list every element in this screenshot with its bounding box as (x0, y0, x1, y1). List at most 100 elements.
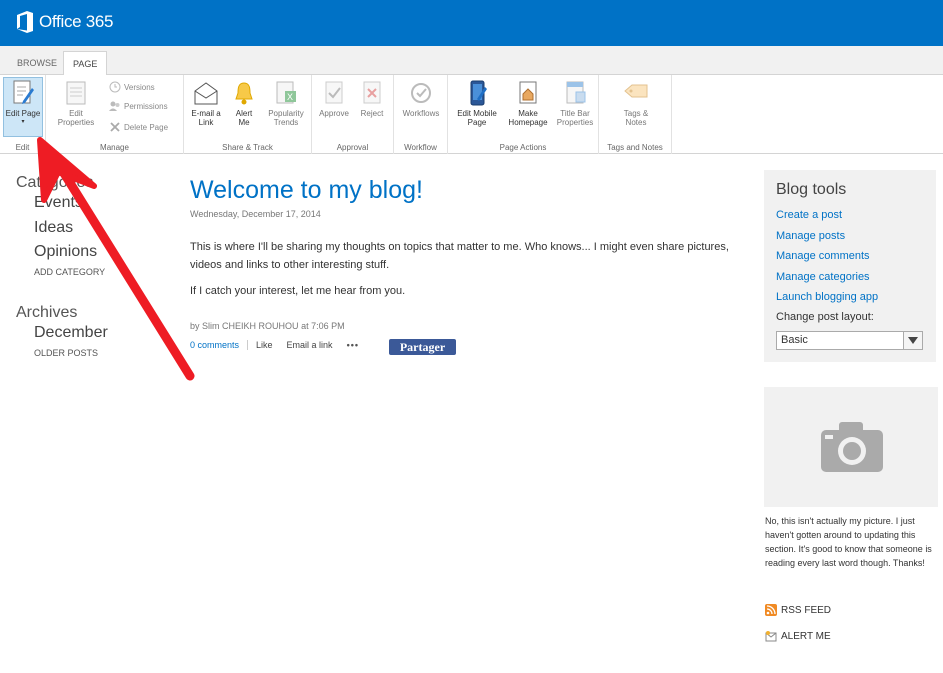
post-actions: 0 comments Like Email a link ••• (190, 340, 359, 350)
comments-link[interactable]: 0 comments (190, 340, 249, 350)
office365-logo[interactable]: Office 365 (16, 11, 113, 33)
ribbon: Edit Page ▾ Edit Edit Properties Version… (0, 75, 943, 154)
categories-heading: Categories (16, 174, 94, 191)
older-posts-link[interactable]: OLDER POSTS (34, 348, 98, 358)
edit-page-icon (13, 80, 34, 104)
tags-label-1: Tags & (623, 109, 649, 118)
permissions-button[interactable]: Permissions (109, 100, 168, 112)
group-label-share: Share & Track (222, 143, 273, 152)
versions-button[interactable]: Versions (109, 81, 155, 93)
rss-feed-label: RSS FEED (781, 604, 832, 616)
tags-notes-button[interactable]: Tags & Notes (613, 79, 659, 127)
chevron-down-icon: ▾ (21, 119, 25, 125)
title-bar-properties-button[interactable]: Title Bar Properties (552, 79, 598, 127)
office-icon (17, 11, 33, 33)
group-label-tags: Tags and Notes (607, 143, 663, 152)
post-paragraph-2: If I catch your interest, let me hear fr… (190, 285, 406, 297)
more-options-icon[interactable]: ••• (347, 340, 359, 350)
tab-page[interactable]: PAGE (63, 51, 108, 76)
alert-me-label: ALERT ME (781, 630, 831, 642)
ribbon-group-page-actions: Edit Mobile Page Make Homepage Title Bar… (448, 75, 599, 154)
rss-feed-link[interactable]: RSS FEED (765, 604, 831, 616)
alert-me-button[interactable]: Alert Me (228, 79, 260, 127)
approve-icon (325, 81, 343, 104)
tag-icon (624, 84, 648, 98)
titlebar-label-1: Title Bar (560, 109, 590, 118)
group-label-approval: Approval (336, 143, 369, 152)
manage-categories-link[interactable]: Manage categories (776, 271, 870, 283)
group-label-manage: Manage (100, 143, 129, 152)
archive-december[interactable]: December (34, 324, 108, 342)
edit-mobile-page-button[interactable]: Edit Mobile Page (452, 79, 502, 127)
alert-label-1: Alert (235, 109, 253, 118)
edit-page-control[interactable]: Edit Page ▾ (3, 79, 43, 127)
post-date: Wednesday, December 17, 2014 (190, 209, 321, 219)
post-body: This is where I'll be sharing my thought… (190, 238, 730, 308)
tab-browse[interactable]: BROWSE (8, 51, 66, 75)
mobile-label-2: Page (467, 118, 487, 127)
edit-properties-label-1: Edit (69, 109, 83, 118)
suite-bar: Office 365 (0, 0, 943, 46)
workflows-button[interactable]: Workflows (397, 79, 445, 118)
reject-button[interactable]: Reject (354, 79, 390, 118)
alert-label-2: Me (238, 118, 250, 127)
post-layout-label: Change post layout: (776, 311, 874, 323)
ribbon-group-approval: Approve Reject Approval (312, 75, 394, 154)
svg-text:X: X (287, 92, 293, 102)
approve-button[interactable]: Approve (315, 79, 353, 118)
delete-page-button[interactable]: Delete Page (109, 121, 168, 133)
ribbon-group-tags: Tags & Notes Tags and Notes (599, 75, 672, 154)
group-label-page-actions: Page Actions (499, 143, 547, 152)
popularity-trends-button[interactable]: X Popularity Trends (264, 79, 308, 127)
category-events[interactable]: Events (34, 194, 83, 212)
email-link-button[interactable]: E-mail a Link (188, 79, 224, 127)
bell-icon (235, 82, 253, 105)
versions-icon (109, 81, 121, 93)
email-link[interactable]: Email a link (287, 340, 333, 350)
group-label-edit: Edit (15, 143, 30, 152)
properties-icon (66, 81, 86, 105)
byline-prefix: by (190, 321, 200, 331)
manage-posts-link[interactable]: Manage posts (776, 230, 845, 242)
tags-label-2: Notes (625, 118, 647, 127)
post-paragraph-1: This is where I'll be sharing my thought… (190, 241, 729, 271)
reject-icon (363, 81, 381, 104)
delete-icon (110, 122, 120, 132)
alert-me-link[interactable]: ALERT ME (765, 630, 831, 642)
mobile-label-1: Edit Mobile (457, 109, 497, 118)
post-title[interactable]: Welcome to my blog! (190, 176, 423, 205)
blog-tools-title: Blog tools (776, 181, 847, 198)
titlebar-label-2: Properties (556, 118, 594, 127)
alert-envelope-icon (765, 631, 777, 642)
chevron-down-icon (903, 332, 922, 349)
ribbon-tabs: BROWSE PAGE (0, 46, 943, 76)
ribbon-group-workflow: Workflows Workflow (394, 75, 448, 154)
edit-properties-button[interactable]: Edit Properties (54, 79, 98, 127)
homepage-label-2: Homepage (508, 118, 548, 127)
workflow-icon (411, 83, 431, 103)
post-time: 7:06 PM (311, 321, 345, 331)
ribbon-group-manage: Edit Properties Versions Permissions Del… (46, 75, 184, 154)
launch-blogging-app-link[interactable]: Launch blogging app (776, 291, 878, 303)
create-post-link[interactable]: Create a post (776, 209, 842, 221)
make-homepage-button[interactable]: Make Homepage (504, 79, 552, 127)
archives-heading: Archives (16, 304, 78, 321)
envelope-icon (194, 82, 218, 105)
reject-label: Reject (360, 109, 384, 118)
category-ideas[interactable]: Ideas (34, 219, 73, 237)
ribbon-group-share: E-mail a Link Alert Me X Popularity Tren… (184, 75, 312, 154)
photo-caption: No, this isn't actually my picture. I ju… (765, 516, 932, 568)
post-layout-select[interactable]: Basic (776, 331, 923, 350)
excel-report-icon: X (276, 81, 296, 104)
manage-comments-link[interactable]: Manage comments (776, 250, 870, 262)
post-author[interactable]: Slim CHEIKH ROUHOU (202, 321, 299, 331)
versions-label: Versions (124, 82, 155, 92)
like-link[interactable]: Like (256, 340, 273, 350)
post-byline: by Slim CHEIKH ROUHOU at 7:06 PM (190, 321, 345, 331)
byline-at: at (301, 321, 309, 331)
people-icon (109, 101, 120, 111)
add-category-link[interactable]: ADD CATEGORY (34, 267, 105, 277)
share-button[interactable]: Partager (389, 339, 456, 355)
post-layout-value: Basic (781, 334, 808, 346)
category-opinions[interactable]: Opinions (34, 243, 97, 261)
